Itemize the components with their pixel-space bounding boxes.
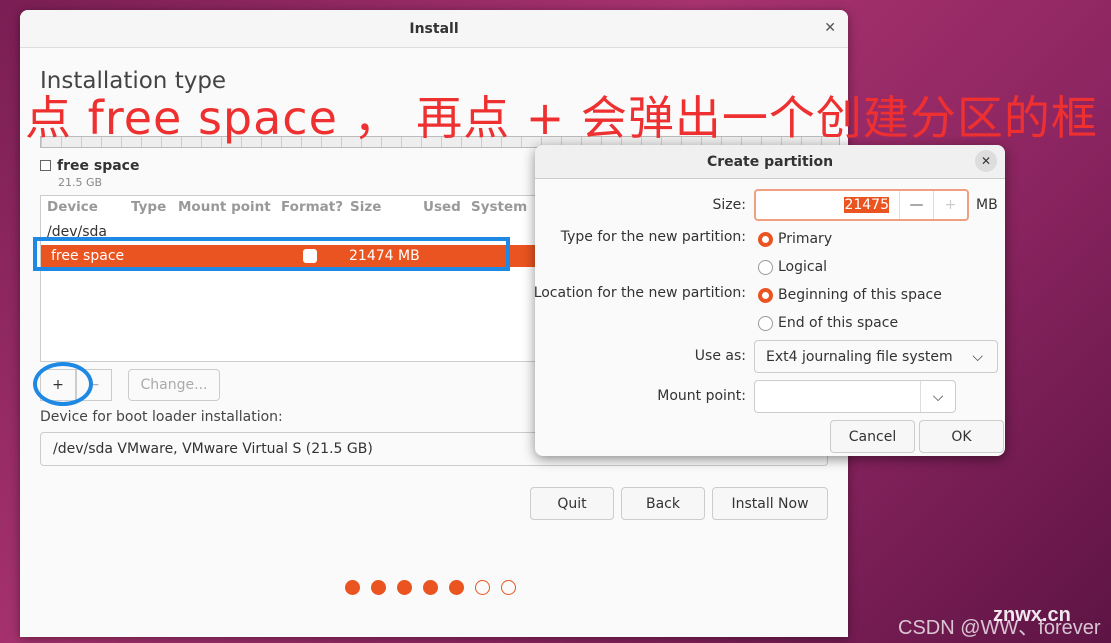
radio-label: End of this space bbox=[778, 315, 899, 331]
radio-beginning[interactable]: Beginning of this space bbox=[758, 287, 942, 303]
boot-loader-label: Device for boot loader installation: bbox=[40, 409, 283, 425]
radio-icon bbox=[758, 259, 773, 275]
legend-swatch bbox=[40, 160, 51, 171]
col-system[interactable]: System bbox=[471, 199, 527, 215]
close-icon[interactable]: ✕ bbox=[975, 150, 997, 172]
window-title: Install bbox=[409, 20, 459, 37]
increment-button[interactable]: + bbox=[933, 191, 967, 219]
progress-dot bbox=[423, 580, 438, 595]
size-value: 21475 bbox=[844, 197, 889, 213]
col-type[interactable]: Type bbox=[131, 199, 166, 215]
radio-logical[interactable]: Logical bbox=[758, 259, 827, 275]
ok-button[interactable]: OK bbox=[919, 420, 1004, 453]
radio-primary[interactable]: Primary bbox=[758, 231, 832, 247]
close-icon[interactable]: ✕ bbox=[824, 20, 836, 36]
cancel-button[interactable]: Cancel bbox=[830, 420, 915, 453]
decrement-button[interactable]: — bbox=[899, 191, 933, 219]
size-spinbox[interactable]: 21475 — + bbox=[754, 189, 969, 221]
progress-dot bbox=[501, 580, 516, 595]
size-input[interactable]: 21475 bbox=[756, 191, 899, 219]
chevron-down-icon[interactable]: ⌵ bbox=[920, 381, 955, 412]
partition-legend: free space 21.5 GB bbox=[40, 158, 139, 189]
radio-icon bbox=[758, 287, 773, 303]
back-button[interactable]: Back bbox=[621, 487, 705, 520]
progress-dot bbox=[371, 580, 386, 595]
radio-label: Logical bbox=[778, 259, 828, 275]
chevron-down-icon: ⌵ bbox=[972, 348, 983, 365]
mount-point-label: Mount point: bbox=[657, 388, 746, 404]
size-label: Size: bbox=[712, 197, 746, 213]
quit-button[interactable]: Quit bbox=[530, 487, 614, 520]
legend-label: free space bbox=[57, 158, 140, 174]
boot-loader-value: /dev/sda VMware, VMware Virtual S (21.5 … bbox=[53, 441, 373, 457]
dialog-title-bar: Create partition ✕ bbox=[535, 145, 1005, 179]
progress-dot bbox=[345, 580, 360, 595]
progress-dot bbox=[397, 580, 412, 595]
highlight-circle bbox=[33, 362, 93, 406]
type-label: Type for the new partition: bbox=[560, 229, 746, 245]
col-size[interactable]: Size bbox=[350, 199, 381, 215]
legend-size: 21.5 GB bbox=[58, 176, 103, 189]
radio-label: Primary bbox=[778, 231, 833, 247]
install-now-button[interactable]: Install Now bbox=[712, 487, 828, 520]
radio-icon bbox=[758, 315, 773, 331]
use-as-dropdown[interactable]: Ext4 journaling file system ⌵ bbox=[754, 340, 998, 373]
use-as-label: Use as: bbox=[694, 348, 746, 364]
dialog-title: Create partition bbox=[706, 153, 834, 170]
radio-end[interactable]: End of this space bbox=[758, 315, 898, 331]
mount-point-combo[interactable]: ⌵ bbox=[754, 380, 956, 413]
progress-dot bbox=[449, 580, 464, 595]
location-label: Location for the new partition: bbox=[533, 285, 746, 301]
annotation-text: 点 free space ， 再点 + 会弹出一个创建分区的框 bbox=[25, 91, 1098, 145]
watermark-site: znwx.cn bbox=[993, 604, 1071, 626]
col-format[interactable]: Format? bbox=[281, 199, 343, 215]
radio-label: Beginning of this space bbox=[778, 287, 942, 303]
progress-dot bbox=[475, 580, 490, 595]
use-as-value: Ext4 journaling file system bbox=[766, 348, 953, 365]
col-mount[interactable]: Mount point bbox=[178, 199, 271, 215]
size-unit: MB bbox=[976, 197, 998, 213]
highlight-box bbox=[33, 237, 510, 271]
radio-icon bbox=[758, 231, 773, 247]
title-bar: Install ✕ bbox=[20, 10, 848, 48]
col-device[interactable]: Device bbox=[47, 199, 98, 215]
col-used[interactable]: Used bbox=[423, 199, 461, 215]
progress-dots bbox=[345, 580, 516, 595]
change-button[interactable]: Change... bbox=[128, 369, 220, 401]
create-partition-dialog: Create partition ✕ Size: 21475 — + MB Ty… bbox=[533, 145, 1005, 456]
